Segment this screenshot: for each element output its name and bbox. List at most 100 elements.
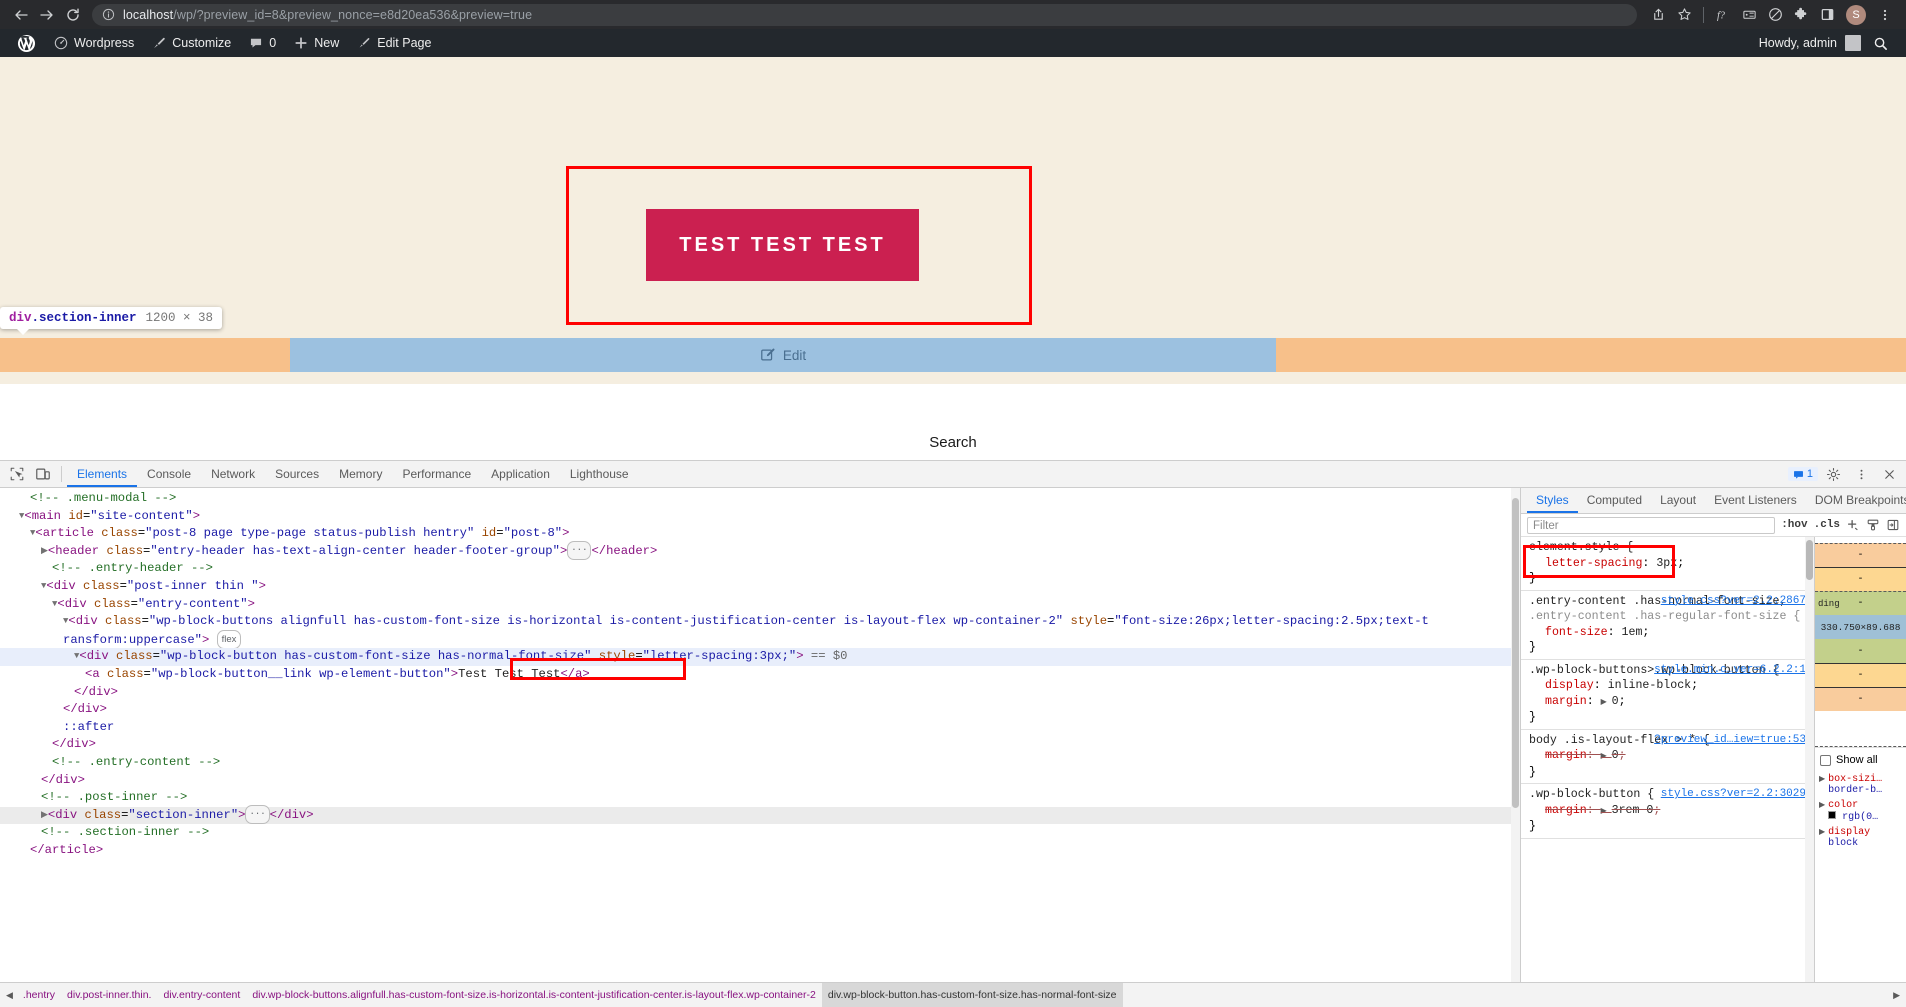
share-icon[interactable]	[1645, 2, 1671, 28]
css-declaration[interactable]: font-size: 1em;	[1529, 625, 1808, 641]
class-paintbrush-icon[interactable]	[1866, 518, 1880, 532]
computed-sidebar-icon[interactable]	[1886, 518, 1900, 532]
dom-tree-line[interactable]: </article>	[0, 842, 1520, 860]
breadcrumb-item[interactable]: div.wp-block-button.has-custom-font-size…	[821, 983, 1123, 1007]
expand-triangle-icon[interactable]: ▶	[1819, 827, 1825, 837]
breadcrumb-item[interactable]: div.wp-block-buttons.alignfull.has-custo…	[246, 983, 822, 1007]
dom-tree-line[interactable]: ▼<div class="entry-content">	[0, 596, 1520, 614]
dom-tree-line[interactable]: </div>	[0, 701, 1520, 719]
dom-tree-line[interactable]: <!-- .post-inner -->	[0, 789, 1520, 807]
css-declaration[interactable]: display: inline-block;	[1529, 678, 1808, 694]
tab-dom-breakpoints[interactable]: DOM Breakpoints	[1806, 488, 1906, 513]
box-model-margin-bottom[interactable]: -	[1815, 687, 1906, 711]
dom-tree-line[interactable]: <a class="wp-block-button__link wp-eleme…	[0, 666, 1520, 684]
three-dot-menu-icon[interactable]	[1872, 2, 1898, 28]
box-model-padding-bottom[interactable]: -	[1815, 639, 1906, 663]
breadcrumb-item[interactable]: div.post-inner.thin.	[61, 983, 157, 1007]
adminbar-item-comments[interactable]: 0	[240, 29, 285, 57]
css-declaration[interactable]: margin: ▶ 3rem 0;	[1529, 803, 1808, 820]
back-arrow-icon[interactable]	[8, 2, 34, 28]
dom-tree-line[interactable]: <!-- .entry-header -->	[0, 560, 1520, 578]
extensions-puzzle-icon[interactable]	[1788, 2, 1814, 28]
css-rules-list[interactable]: element.style {letter-spacing: 3px;} styl…	[1521, 537, 1814, 982]
tab-layout[interactable]: Layout	[1651, 488, 1705, 513]
css-declaration[interactable]: letter-spacing: 3px;	[1529, 556, 1808, 572]
breadcrumb-scroll-left-icon[interactable]: ◀	[2, 990, 17, 1001]
gear-icon[interactable]	[1820, 461, 1846, 487]
show-all-checkbox[interactable]	[1820, 754, 1831, 766]
forward-arrow-icon[interactable]	[34, 2, 60, 28]
show-all-row[interactable]: Show all	[1815, 747, 1906, 772]
tab-application[interactable]: Application	[481, 461, 560, 487]
rules-scroll-thumb[interactable]	[1806, 540, 1813, 580]
block-circle-icon[interactable]	[1762, 2, 1788, 28]
adminbar-item-wordpress[interactable]: Wordpress	[45, 29, 143, 57]
user-avatar-icon[interactable]	[1845, 35, 1861, 51]
dom-tree-line[interactable]: ::after	[0, 719, 1520, 737]
tab-lighthouse[interactable]: Lighthouse	[560, 461, 639, 487]
dom-tree-line[interactable]: ▼<div class="wp-block-button has-custom-…	[0, 648, 1520, 666]
box-model-border-bottom[interactable]: -	[1815, 663, 1906, 687]
howdy-label[interactable]: Howdy, admin	[1759, 36, 1837, 50]
reload-icon[interactable]	[60, 2, 86, 28]
add-rule-plus-icon[interactable]	[1846, 518, 1860, 532]
tab-performance[interactable]: Performance	[392, 461, 481, 487]
dom-tree-line[interactable]: </div>	[0, 684, 1520, 702]
dom-tree-line[interactable]: <!-- .section-inner -->	[0, 824, 1520, 842]
dom-tree-scrollbar[interactable]	[1511, 488, 1520, 982]
css-rule[interactable]: element.style {letter-spacing: 3px;}	[1521, 537, 1814, 591]
dom-tree-line[interactable]: ▼<article class="post-8 page type-page s…	[0, 525, 1520, 543]
css-rule[interactable]: style.min.c…ver=6.2.2:1 .wp-block-buttons…	[1521, 660, 1814, 730]
magnifier-icon[interactable]	[1869, 36, 1892, 51]
dom-tree-pane[interactable]: <!-- .menu-modal --> ▼<main id="site-cont…	[0, 488, 1520, 982]
profile-avatar[interactable]: S	[1846, 4, 1866, 25]
tab-event-listeners[interactable]: Event Listeners	[1705, 488, 1806, 513]
rule-selector[interactable]: element.style {	[1529, 540, 1808, 556]
star-bookmark-icon[interactable]	[1671, 2, 1697, 28]
styles-filter-input[interactable]: Filter	[1527, 516, 1776, 534]
expand-triangle-icon[interactable]: ▶	[1819, 774, 1825, 784]
breadcrumb-item[interactable]: div.entry-content	[157, 983, 246, 1007]
function-fx-icon[interactable]: f?	[1710, 2, 1736, 28]
tab-memory[interactable]: Memory	[329, 461, 392, 487]
dom-tree-line[interactable]: ▶<div class="section-inner"> ··· </div>	[0, 804, 1520, 825]
hov-toggle[interactable]: :hov	[1781, 519, 1807, 531]
tab-elements[interactable]: Elements	[67, 461, 137, 487]
expand-triangle-icon[interactable]: ▶	[1819, 800, 1825, 810]
tab-console[interactable]: Console	[137, 461, 201, 487]
computed-property[interactable]: ▶ display block	[1815, 825, 1906, 851]
box-model-margin[interactable]: -	[1815, 543, 1906, 567]
rule-selector-2[interactable]: .entry-content .has-regular-font-size {	[1529, 609, 1808, 625]
close-x-icon[interactable]	[1876, 461, 1902, 487]
info-circle-icon[interactable]	[102, 8, 115, 21]
dom-tree-line[interactable]: <!-- .menu-modal -->	[0, 490, 1520, 508]
wordpress-logo-icon[interactable]	[8, 29, 45, 57]
tab-styles[interactable]: Styles	[1527, 488, 1578, 513]
computed-property[interactable]: ▶ color rgb(0…	[1815, 798, 1906, 825]
three-dot-menu-icon[interactable]	[1848, 461, 1874, 487]
rule-origin-link[interactable]: style.css?ver=2.2:3029	[1661, 787, 1806, 803]
css-rule[interactable]: ?preview_id…iew=true:53 body .is-layout-f…	[1521, 730, 1814, 784]
dom-tree-line[interactable]: ▼<div class="wp-block-buttons alignfull …	[0, 613, 1520, 631]
cls-toggle[interactable]: .cls	[1814, 519, 1840, 531]
breadcrumb-item[interactable]: .hentry	[17, 983, 61, 1007]
side-panel-icon[interactable]	[1814, 2, 1840, 28]
test-test-test-button[interactable]: Test Test Test	[646, 209, 919, 281]
dom-tree-line[interactable]: ▼<main id="site-content">	[0, 508, 1520, 526]
dom-tree-line[interactable]: ▶<header class="entry-header has-text-al…	[0, 540, 1520, 561]
css-rule[interactable]: style.css?ver=2.2:2867 .entry-content .ha…	[1521, 591, 1814, 660]
address-bar[interactable]: localhost/wp/?preview_id=8&preview_nonce…	[92, 3, 1637, 26]
box-model-border[interactable]: -	[1815, 567, 1906, 591]
breadcrumb-scroll-right-icon[interactable]: ▶	[1889, 990, 1904, 1001]
dom-tree-line[interactable]: ▼<div class="post-inner thin ">	[0, 578, 1520, 596]
dom-tree-line[interactable]: <!-- .entry-content -->	[0, 754, 1520, 772]
css-declaration[interactable]: margin: ▶ 0;	[1529, 694, 1808, 711]
rule-origin-link[interactable]: ?preview_id…iew=true:53	[1654, 733, 1806, 749]
dom-breadcrumb[interactable]: ◀ .hentry div.post-inner.thin. div.entry-c…	[0, 982, 1906, 1007]
dom-tree-line[interactable]: </div>	[0, 772, 1520, 790]
tab-computed[interactable]: Computed	[1578, 488, 1651, 513]
dom-tree-line[interactable]: ransform:uppercase"> flex	[0, 629, 1520, 650]
message-count-badge[interactable]: 1	[1787, 467, 1818, 481]
css-rule[interactable]: style.css?ver=2.2:3029 .wp-block-button {…	[1521, 784, 1814, 839]
inspect-element-icon[interactable]	[4, 461, 30, 487]
